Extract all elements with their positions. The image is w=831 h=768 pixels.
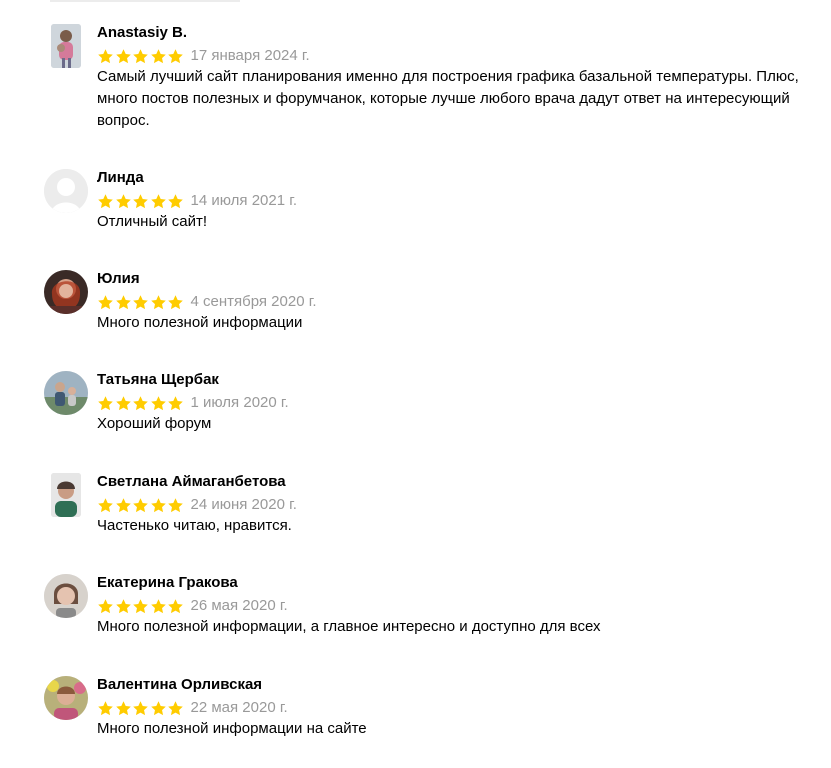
review-meta: 1 июля 2020 г. <box>97 394 289 412</box>
star-icon <box>97 598 114 615</box>
avatar[interactable] <box>51 24 81 68</box>
author-name[interactable]: Линда <box>97 169 144 187</box>
star-icon <box>97 193 114 210</box>
rating-stars <box>97 598 185 615</box>
star-icon <box>150 700 167 717</box>
star-icon <box>97 48 114 65</box>
star-icon <box>132 497 149 514</box>
star-icon <box>167 700 184 717</box>
star-icon <box>132 48 149 65</box>
author-name[interactable]: Татьяна Щербак <box>97 371 219 389</box>
rating-stars <box>97 497 185 514</box>
author-name[interactable]: Валентина Орливская <box>97 676 262 694</box>
review-date: 26 мая 2020 г. <box>190 597 288 614</box>
review-text: Хороший форум <box>97 415 212 432</box>
rating-stars <box>97 193 185 210</box>
avatar[interactable] <box>44 270 88 314</box>
star-icon <box>150 294 167 311</box>
avatar[interactable] <box>44 169 88 213</box>
star-icon <box>132 598 149 615</box>
top-divider <box>50 0 240 2</box>
review-meta: 22 мая 2020 г. <box>97 699 288 717</box>
review-text: Много полезной информации <box>97 314 303 331</box>
review-date: 4 сентября 2020 г. <box>190 293 317 310</box>
author-name[interactable]: Екатерина Гракова <box>97 574 238 592</box>
author-name[interactable]: Светлана Аймаганбетова <box>97 473 286 491</box>
review-date: 24 июня 2020 г. <box>190 496 297 513</box>
star-icon <box>167 48 184 65</box>
star-icon <box>167 395 184 412</box>
review-meta: 14 июля 2021 г. <box>97 192 297 210</box>
author-name[interactable]: Anastasiy B. <box>97 24 187 42</box>
review-meta: 17 января 2024 г. <box>97 47 310 65</box>
star-icon <box>167 497 184 514</box>
review-date: 1 июля 2020 г. <box>190 394 289 411</box>
star-icon <box>150 193 167 210</box>
review-meta: 24 июня 2020 г. <box>97 496 297 514</box>
review-date: 17 января 2024 г. <box>190 47 310 64</box>
star-icon <box>115 193 132 210</box>
star-icon <box>132 700 149 717</box>
rating-stars <box>97 700 185 717</box>
star-icon <box>167 294 184 311</box>
rating-stars <box>97 294 185 311</box>
review-date: 22 мая 2020 г. <box>190 699 288 716</box>
star-icon <box>132 294 149 311</box>
avatar[interactable] <box>44 676 88 720</box>
star-icon <box>167 193 184 210</box>
star-icon <box>132 395 149 412</box>
star-icon <box>150 395 167 412</box>
star-icon <box>97 497 114 514</box>
review-text: Частенько читаю, нравится. <box>97 517 292 534</box>
star-icon <box>115 598 132 615</box>
star-icon <box>167 598 184 615</box>
star-icon <box>115 700 132 717</box>
avatar[interactable] <box>44 574 88 618</box>
review-text: Много полезной информации на сайте <box>97 720 367 737</box>
star-icon <box>97 395 114 412</box>
author-name[interactable]: Юлия <box>97 270 140 288</box>
rating-stars <box>97 395 185 412</box>
review-meta: 26 мая 2020 г. <box>97 597 288 615</box>
star-icon <box>150 48 167 65</box>
rating-stars <box>97 48 185 65</box>
review-meta: 4 сентября 2020 г. <box>97 293 317 311</box>
star-icon <box>115 294 132 311</box>
star-icon <box>97 294 114 311</box>
star-icon <box>150 598 167 615</box>
review-text: Отличный сайт! <box>97 213 208 230</box>
review-text: Самый лучший сайт планирования именно дл… <box>97 68 799 129</box>
star-icon <box>115 497 132 514</box>
avatar[interactable] <box>51 473 81 517</box>
review-date: 14 июля 2021 г. <box>190 192 298 209</box>
avatar[interactable] <box>44 371 88 415</box>
star-icon <box>97 700 114 717</box>
star-icon <box>150 497 167 514</box>
star-icon <box>132 193 149 210</box>
star-icon <box>115 395 132 412</box>
review-text: Много полезной информации, а главное инт… <box>97 618 601 635</box>
star-icon <box>115 48 132 65</box>
